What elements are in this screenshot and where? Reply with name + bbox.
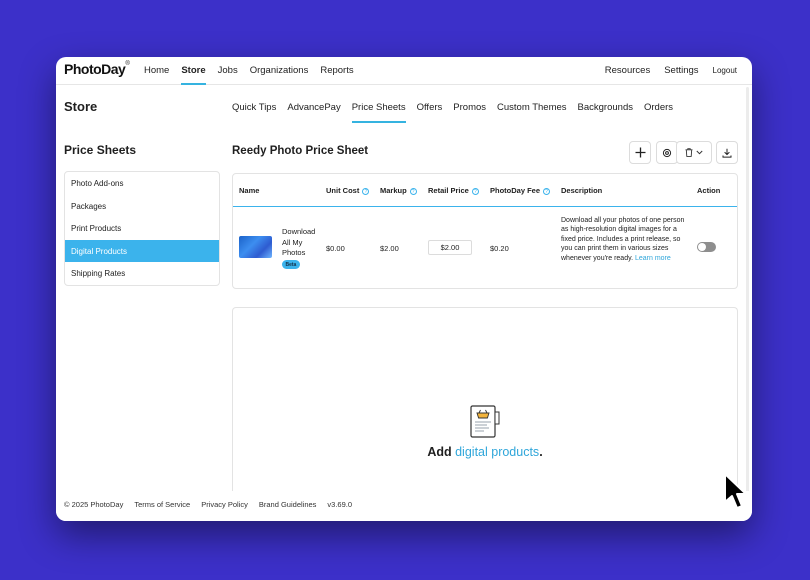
tab-quick-tips[interactable]: Quick Tips bbox=[232, 95, 276, 123]
nav-organizations[interactable]: Organizations bbox=[250, 57, 309, 85]
question-icon[interactable]: ? bbox=[409, 187, 417, 195]
top-nav: PhotoDay® Home Store Jobs Organizations … bbox=[56, 57, 752, 85]
logo-text: PhotoDay bbox=[64, 61, 126, 77]
price-sheet-title: Reedy Photo Price Sheet bbox=[232, 145, 369, 157]
tab-orders[interactable]: Orders bbox=[644, 95, 673, 123]
trash-icon bbox=[685, 148, 693, 157]
chevron-down-icon bbox=[696, 150, 703, 155]
nav-store[interactable]: Store bbox=[181, 57, 206, 85]
unit-cost-value: $0.00 bbox=[326, 244, 345, 253]
product-enabled-toggle[interactable] bbox=[697, 242, 716, 252]
header-unit-cost-label: Unit Cost bbox=[326, 186, 360, 195]
plus-icon bbox=[635, 147, 645, 158]
question-icon[interactable]: ? bbox=[543, 187, 551, 195]
tab-backgrounds[interactable]: Backgrounds bbox=[578, 95, 633, 123]
product-thumbnail bbox=[239, 236, 272, 258]
footer-copyright: © 2025 PhotoDay bbox=[64, 500, 124, 509]
table-header: Name Unit Cost? Markup? Retail Price? Ph… bbox=[233, 174, 737, 207]
empty-state-link[interactable]: digital products bbox=[455, 445, 539, 459]
sidebar-item-shipping-rates[interactable]: Shipping Rates bbox=[65, 262, 219, 285]
settings-button[interactable] bbox=[656, 141, 678, 164]
tab-advancepay[interactable]: AdvancePay bbox=[287, 95, 340, 123]
empty-state-prefix: Add bbox=[427, 445, 452, 459]
retail-price-input[interactable]: $2.00 bbox=[428, 240, 472, 255]
tab-custom-themes[interactable]: Custom Themes bbox=[497, 95, 567, 123]
markup-value: $2.00 bbox=[380, 244, 399, 253]
primary-nav: Home Store Jobs Organizations Reports bbox=[144, 57, 366, 85]
footer-brand-guidelines-link[interactable]: Brand Guidelines bbox=[259, 500, 317, 521]
store-subnav: Quick Tips AdvancePay Price Sheets Offer… bbox=[232, 95, 684, 123]
nav-reports[interactable]: Reports bbox=[320, 57, 353, 85]
nav-settings[interactable]: Settings bbox=[664, 57, 698, 85]
price-sheet-icon bbox=[470, 405, 500, 438]
header-photoday-fee-label: PhotoDay Fee bbox=[490, 186, 541, 195]
secondary-nav: Resources Settings Logout bbox=[591, 57, 737, 85]
add-product-button[interactable] bbox=[629, 141, 651, 164]
app-window: PhotoDay® Home Store Jobs Organizations … bbox=[56, 57, 752, 521]
header-name: Name bbox=[239, 186, 259, 195]
header-description: Description bbox=[561, 186, 603, 195]
sidebar-item-packages[interactable]: Packages bbox=[65, 195, 219, 218]
sidebar-menu: Photo Add-ons Packages Print Products Di… bbox=[64, 171, 220, 286]
footer-terms-link[interactable]: Terms of Service bbox=[134, 500, 190, 521]
sidebar-item-digital-products[interactable]: Digital Products bbox=[65, 239, 219, 263]
page-scrollbar[interactable] bbox=[746, 87, 749, 492]
footer: © 2025 PhotoDay Terms of Service Privacy… bbox=[56, 491, 752, 521]
empty-state-card: Add digital products. bbox=[232, 307, 738, 497]
sidebar-title: Price Sheets bbox=[64, 143, 137, 157]
logo-trademark: ® bbox=[125, 61, 130, 67]
header-retail-price: Retail Price? bbox=[428, 186, 479, 195]
header-unit-cost: Unit Cost? bbox=[326, 186, 370, 195]
tab-offers[interactable]: Offers bbox=[417, 95, 443, 123]
page-title: Store bbox=[64, 99, 98, 114]
footer-privacy-link[interactable]: Privacy Policy bbox=[201, 500, 248, 521]
empty-state-suffix: . bbox=[539, 445, 543, 459]
product-name: Download All My Photos bbox=[282, 227, 316, 257]
photoday-fee-value: $0.20 bbox=[490, 244, 509, 253]
cursor-icon bbox=[724, 473, 747, 509]
logout-link[interactable]: Logout bbox=[713, 57, 737, 85]
question-icon[interactable]: ? bbox=[471, 187, 479, 195]
tab-promos[interactable]: Promos bbox=[453, 95, 486, 123]
delete-menu-button[interactable] bbox=[676, 141, 712, 164]
question-icon[interactable]: ? bbox=[362, 187, 370, 195]
header-markup-label: Markup bbox=[380, 186, 407, 195]
sidebar-item-photo-add-ons[interactable]: Photo Add-ons bbox=[65, 172, 219, 195]
header-name-label: Name bbox=[239, 186, 260, 195]
download-button[interactable] bbox=[716, 141, 738, 164]
gear-icon bbox=[662, 148, 672, 157]
footer-version: v3.69.0 bbox=[327, 500, 353, 509]
learn-more-link[interactable]: Learn more bbox=[635, 255, 671, 262]
nav-resources[interactable]: Resources bbox=[605, 57, 650, 85]
header-action: Action bbox=[697, 186, 721, 195]
header-retail-price-label: Retail Price bbox=[428, 186, 469, 195]
sidebar-item-print-products[interactable]: Print Products bbox=[65, 217, 219, 240]
photoday-logo[interactable]: PhotoDay® bbox=[64, 61, 130, 77]
empty-state-message: Add digital products. bbox=[233, 445, 737, 459]
nav-jobs[interactable]: Jobs bbox=[218, 57, 238, 85]
nav-home[interactable]: Home bbox=[144, 57, 169, 85]
download-icon bbox=[722, 148, 732, 158]
tab-price-sheets[interactable]: Price Sheets bbox=[351, 95, 406, 123]
product-description: Download all your photos of one person a… bbox=[561, 216, 685, 263]
header-markup: Markup? bbox=[380, 186, 417, 195]
products-table: Name Unit Cost? Markup? Retail Price? Ph… bbox=[232, 173, 738, 289]
beta-badge: Beta bbox=[282, 260, 300, 269]
header-photoday-fee: PhotoDay Fee? bbox=[490, 186, 551, 195]
